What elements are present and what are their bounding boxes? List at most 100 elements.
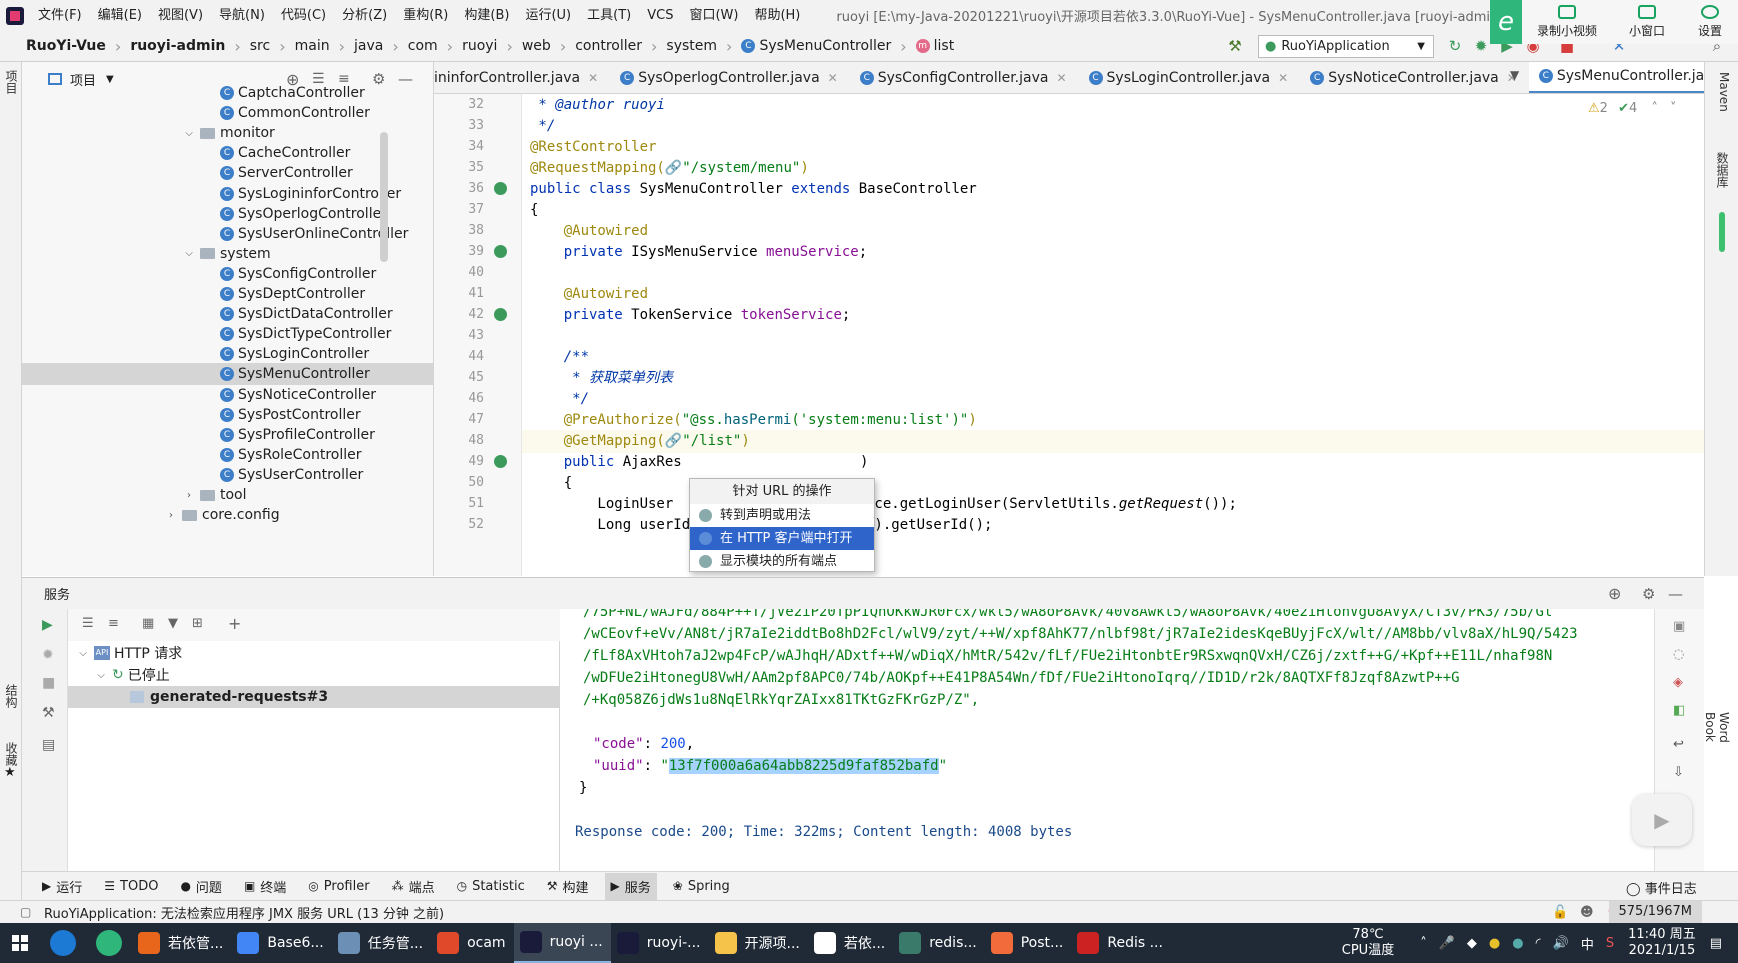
crumb-system[interactable]: system <box>666 38 717 54</box>
start-button[interactable] <box>0 923 40 963</box>
compare-icon[interactable]: ◈ <box>1673 675 1683 690</box>
tree-item-sysdicttypecontroller[interactable]: C SysDictTypeController <box>22 323 434 345</box>
wrap-icon[interactable]: ↩ <box>1673 737 1684 752</box>
close-icon[interactable]: ✕ <box>1056 71 1066 85</box>
taskbar-app[interactable]: 任务管... <box>332 923 431 963</box>
scroll-end-icon[interactable]: ⇩ <box>1673 765 1684 780</box>
taskbar-app[interactable]: ocam <box>431 923 513 963</box>
taskbar-app[interactable]: 开源项... <box>709 923 808 963</box>
chevron-down-icon[interactable]: ˅ <box>1670 101 1677 116</box>
menu-build[interactable]: 构建(B) <box>456 0 517 31</box>
rerun-icon[interactable]: ↻ <box>1446 37 1464 55</box>
maven-tool-tab[interactable]: Maven <box>1713 72 1731 112</box>
format-icon[interactable]: ◌ <box>1673 647 1684 662</box>
cpu-temperature[interactable]: 78℃ CPU温度 <box>1342 927 1394 959</box>
menu-code[interactable]: 代码(C) <box>273 0 334 31</box>
tree-item-sysconfigcontroller[interactable]: C SysConfigController <box>22 263 434 285</box>
tree-item-core-config[interactable]: › core.config <box>22 504 434 526</box>
settings-button[interactable]: 设置 <box>1682 0 1738 44</box>
tree-node-http-requests[interactable]: ⌵ API HTTP 请求 <box>68 642 560 664</box>
wrench-icon[interactable]: ⚒ <box>42 705 55 721</box>
chevron-right-icon[interactable]: › <box>164 510 178 521</box>
crumb-project[interactable]: RuoYi-Vue <box>26 38 106 54</box>
menu-file[interactable]: 文件(F) <box>30 0 90 31</box>
crumb-com[interactable]: com <box>408 38 438 54</box>
crumb-class[interactable]: SysMenuController <box>759 38 891 54</box>
debug-icon[interactable]: ✹ <box>42 647 54 663</box>
browser-e-icon[interactable]: e <box>1490 0 1522 44</box>
tree-item-system[interactable]: ⌵ system <box>22 243 434 265</box>
save-icon[interactable]: ▣ <box>1673 619 1685 634</box>
crumb-java[interactable]: java <box>354 38 383 54</box>
filter-icon[interactable]: ▼ <box>168 616 178 631</box>
menu-vcs[interactable]: VCS <box>639 0 681 31</box>
tree-node-stopped[interactable]: ⌵ ↻ 已停止 <box>68 664 560 686</box>
tree-item-commoncontroller[interactable]: C CommonController <box>22 102 434 124</box>
crumb-web[interactable]: web <box>522 38 551 54</box>
collapse-all-icon[interactable]: ≡ <box>108 616 119 631</box>
record-video-button[interactable]: 录制小视频 <box>1522 0 1612 44</box>
project-scrollbar[interactable] <box>380 132 388 262</box>
tab-file[interactable]: C SysNoticeController.java ✕ <box>1300 62 1529 93</box>
menu-tools[interactable]: 工具(T) <box>579 0 639 31</box>
tree-item-tool[interactable]: › tool <box>22 484 434 506</box>
tool-tab-spring[interactable]: ❀ Spring <box>673 879 730 894</box>
crumb-module[interactable]: ruoyi-admin <box>130 38 225 54</box>
tool-tab-build[interactable]: ⚒ 构建 <box>547 877 589 896</box>
new-tab-icon[interactable]: ⊞ <box>192 616 203 631</box>
taskbar-app[interactable]: redis... <box>893 923 984 963</box>
crumb-ruoyi[interactable]: ruoyi <box>462 38 497 54</box>
menu-analyze[interactable]: 分析(Z) <box>334 0 395 31</box>
tray-app-icon[interactable]: ● <box>1512 936 1523 951</box>
wifi-icon[interactable]: ◜ <box>1536 936 1541 951</box>
tree-item-cachecontroller[interactable]: C CacheController <box>22 142 434 164</box>
taskbar-app[interactable]: Base6... <box>231 923 331 963</box>
memory-indicator[interactable]: 575/1967M <box>1608 901 1702 923</box>
taskbar-app[interactable]: ruoyi ... <box>513 923 611 963</box>
layout-icon[interactable]: ▤ <box>42 737 55 753</box>
uuid-selection[interactable]: 13f7f000a6a64abb8225d9faf852bafd <box>668 758 939 774</box>
crumb-main[interactable]: main <box>295 38 330 54</box>
taskbar-app[interactable]: Post... <box>985 923 1072 963</box>
tab-file[interactable]: C SysConfigController.java ✕ <box>850 62 1079 93</box>
menu-edit[interactable]: 编辑(E) <box>90 0 150 31</box>
crumb-controller[interactable]: controller <box>575 38 642 54</box>
open-in-http-client-item[interactable]: 在 HTTP 客户端中打开 <box>690 527 874 550</box>
tool-tab-problems[interactable]: ● 问题 <box>180 877 222 896</box>
tree-node-generated-requests[interactable]: generated-requests#3 <box>68 686 560 708</box>
close-icon[interactable]: ✕ <box>588 71 598 85</box>
tab-file[interactable]: ininforController.java ✕ <box>434 62 610 93</box>
hammer-build-icon[interactable]: ⚒ <box>1226 37 1244 55</box>
chevron-right-icon[interactable]: › <box>182 490 196 501</box>
run-icon[interactable]: ▶ <box>42 617 53 633</box>
expand-all-icon[interactable]: ☰ <box>82 616 94 631</box>
video-play-overlay-icon[interactable]: ▶ <box>1632 794 1692 846</box>
tool-tab-services[interactable]: ▶ 服务 <box>604 872 657 900</box>
ime-indicator[interactable]: 中 <box>1581 934 1594 953</box>
editor-scrollbar-thumb[interactable] <box>1719 212 1725 252</box>
taskbar-app[interactable]: Redis ... <box>1071 923 1171 963</box>
menu-window[interactable]: 窗口(W) <box>681 0 746 31</box>
url-icon[interactable]: 🔗 <box>665 160 682 176</box>
status-toggle-icon[interactable]: ▢ <box>20 905 31 919</box>
favorites-tool-tab[interactable]: 收藏 <box>2 742 20 766</box>
tray-app-icon[interactable]: ◆ <box>1467 936 1477 951</box>
menu-navigate[interactable]: 导航(N) <box>211 0 273 31</box>
minimize-icon[interactable]: — <box>1668 585 1683 603</box>
edge-icon[interactable] <box>50 930 76 956</box>
history-icon[interactable]: ◧ <box>1673 703 1685 718</box>
goto-declaration-item[interactable]: 转到声明或用法 <box>690 504 874 527</box>
chevron-up-icon[interactable]: ˄ <box>1651 101 1658 116</box>
tool-tab-endpoints[interactable]: ⁂ 端点 <box>392 877 435 896</box>
clock[interactable]: 11:40 周五 2021/1/15 <box>1628 927 1696 959</box>
tab-file[interactable]: C SysOperlogController.java ✕ <box>610 62 850 93</box>
taskbar-app[interactable]: 若依... <box>808 923 893 963</box>
tree-item-syslogininforcontroller[interactable]: C SysLogininforController <box>22 183 434 205</box>
close-icon[interactable]: ✕ <box>828 71 838 85</box>
tool-tab-profiler[interactable]: ◎ Profiler <box>308 879 369 894</box>
spring-bean-gutter-icon[interactable] <box>494 245 507 258</box>
tray-app-icon[interactable]: S <box>1606 936 1614 951</box>
tree-item-servercontroller[interactable]: C ServerController <box>22 162 434 184</box>
debug-icon[interactable]: ✹ <box>1472 37 1490 55</box>
mini-window-button[interactable]: 小窗口 <box>1612 0 1682 44</box>
